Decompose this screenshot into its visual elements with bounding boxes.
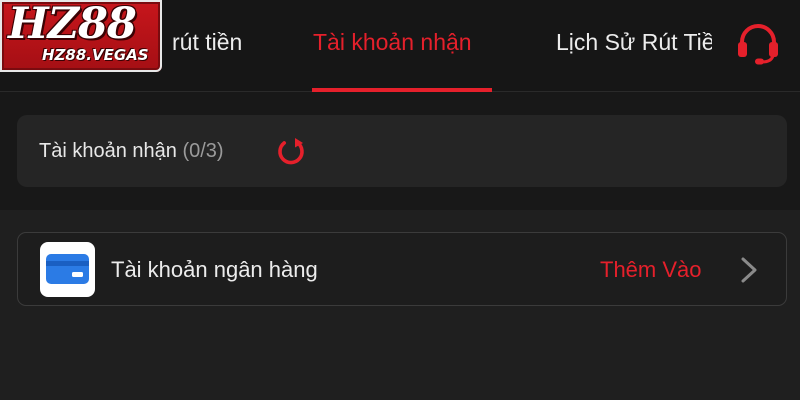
add-bank-account-link[interactable]: Thêm Vào — [600, 257, 702, 283]
headset-icon[interactable] — [735, 22, 781, 66]
tab-withdrawal-history[interactable]: Lịch Sử Rút Tiền — [556, 28, 712, 56]
logo-main-text: HZ88 — [8, 0, 137, 49]
summary-label: Tài khoản nhận — [39, 140, 177, 162]
summary-text: Tài khoản nhận (0/3) — [39, 139, 224, 163]
refresh-icon[interactable] — [274, 135, 308, 169]
tab-receiving-accounts[interactable]: Tài khoản nhận — [313, 28, 472, 56]
logo-sub-text: HZ88.VEGAS — [42, 46, 149, 64]
bank-card-icon — [40, 242, 95, 297]
receiving-accounts-summary: Tài khoản nhận (0/3) — [17, 115, 787, 187]
brand-logo[interactable]: HZ88 HZ88.VEGAS — [0, 0, 162, 72]
tab-withdraw[interactable]: rút tiền — [172, 28, 242, 56]
top-nav-bar: HZ88 HZ88.VEGAS rút tiền Tài khoản nhận … — [0, 0, 800, 92]
active-tab-indicator — [312, 88, 492, 92]
bank-account-label: Tài khoản ngân hàng — [111, 257, 318, 282]
account-count: (0/3) — [182, 140, 224, 162]
chevron-right-icon[interactable] — [738, 256, 760, 284]
account-list-area: Tài khoản ngân hàng Thêm Vào — [0, 210, 800, 400]
bank-account-row[interactable]: Tài khoản ngân hàng Thêm Vào — [17, 232, 787, 306]
